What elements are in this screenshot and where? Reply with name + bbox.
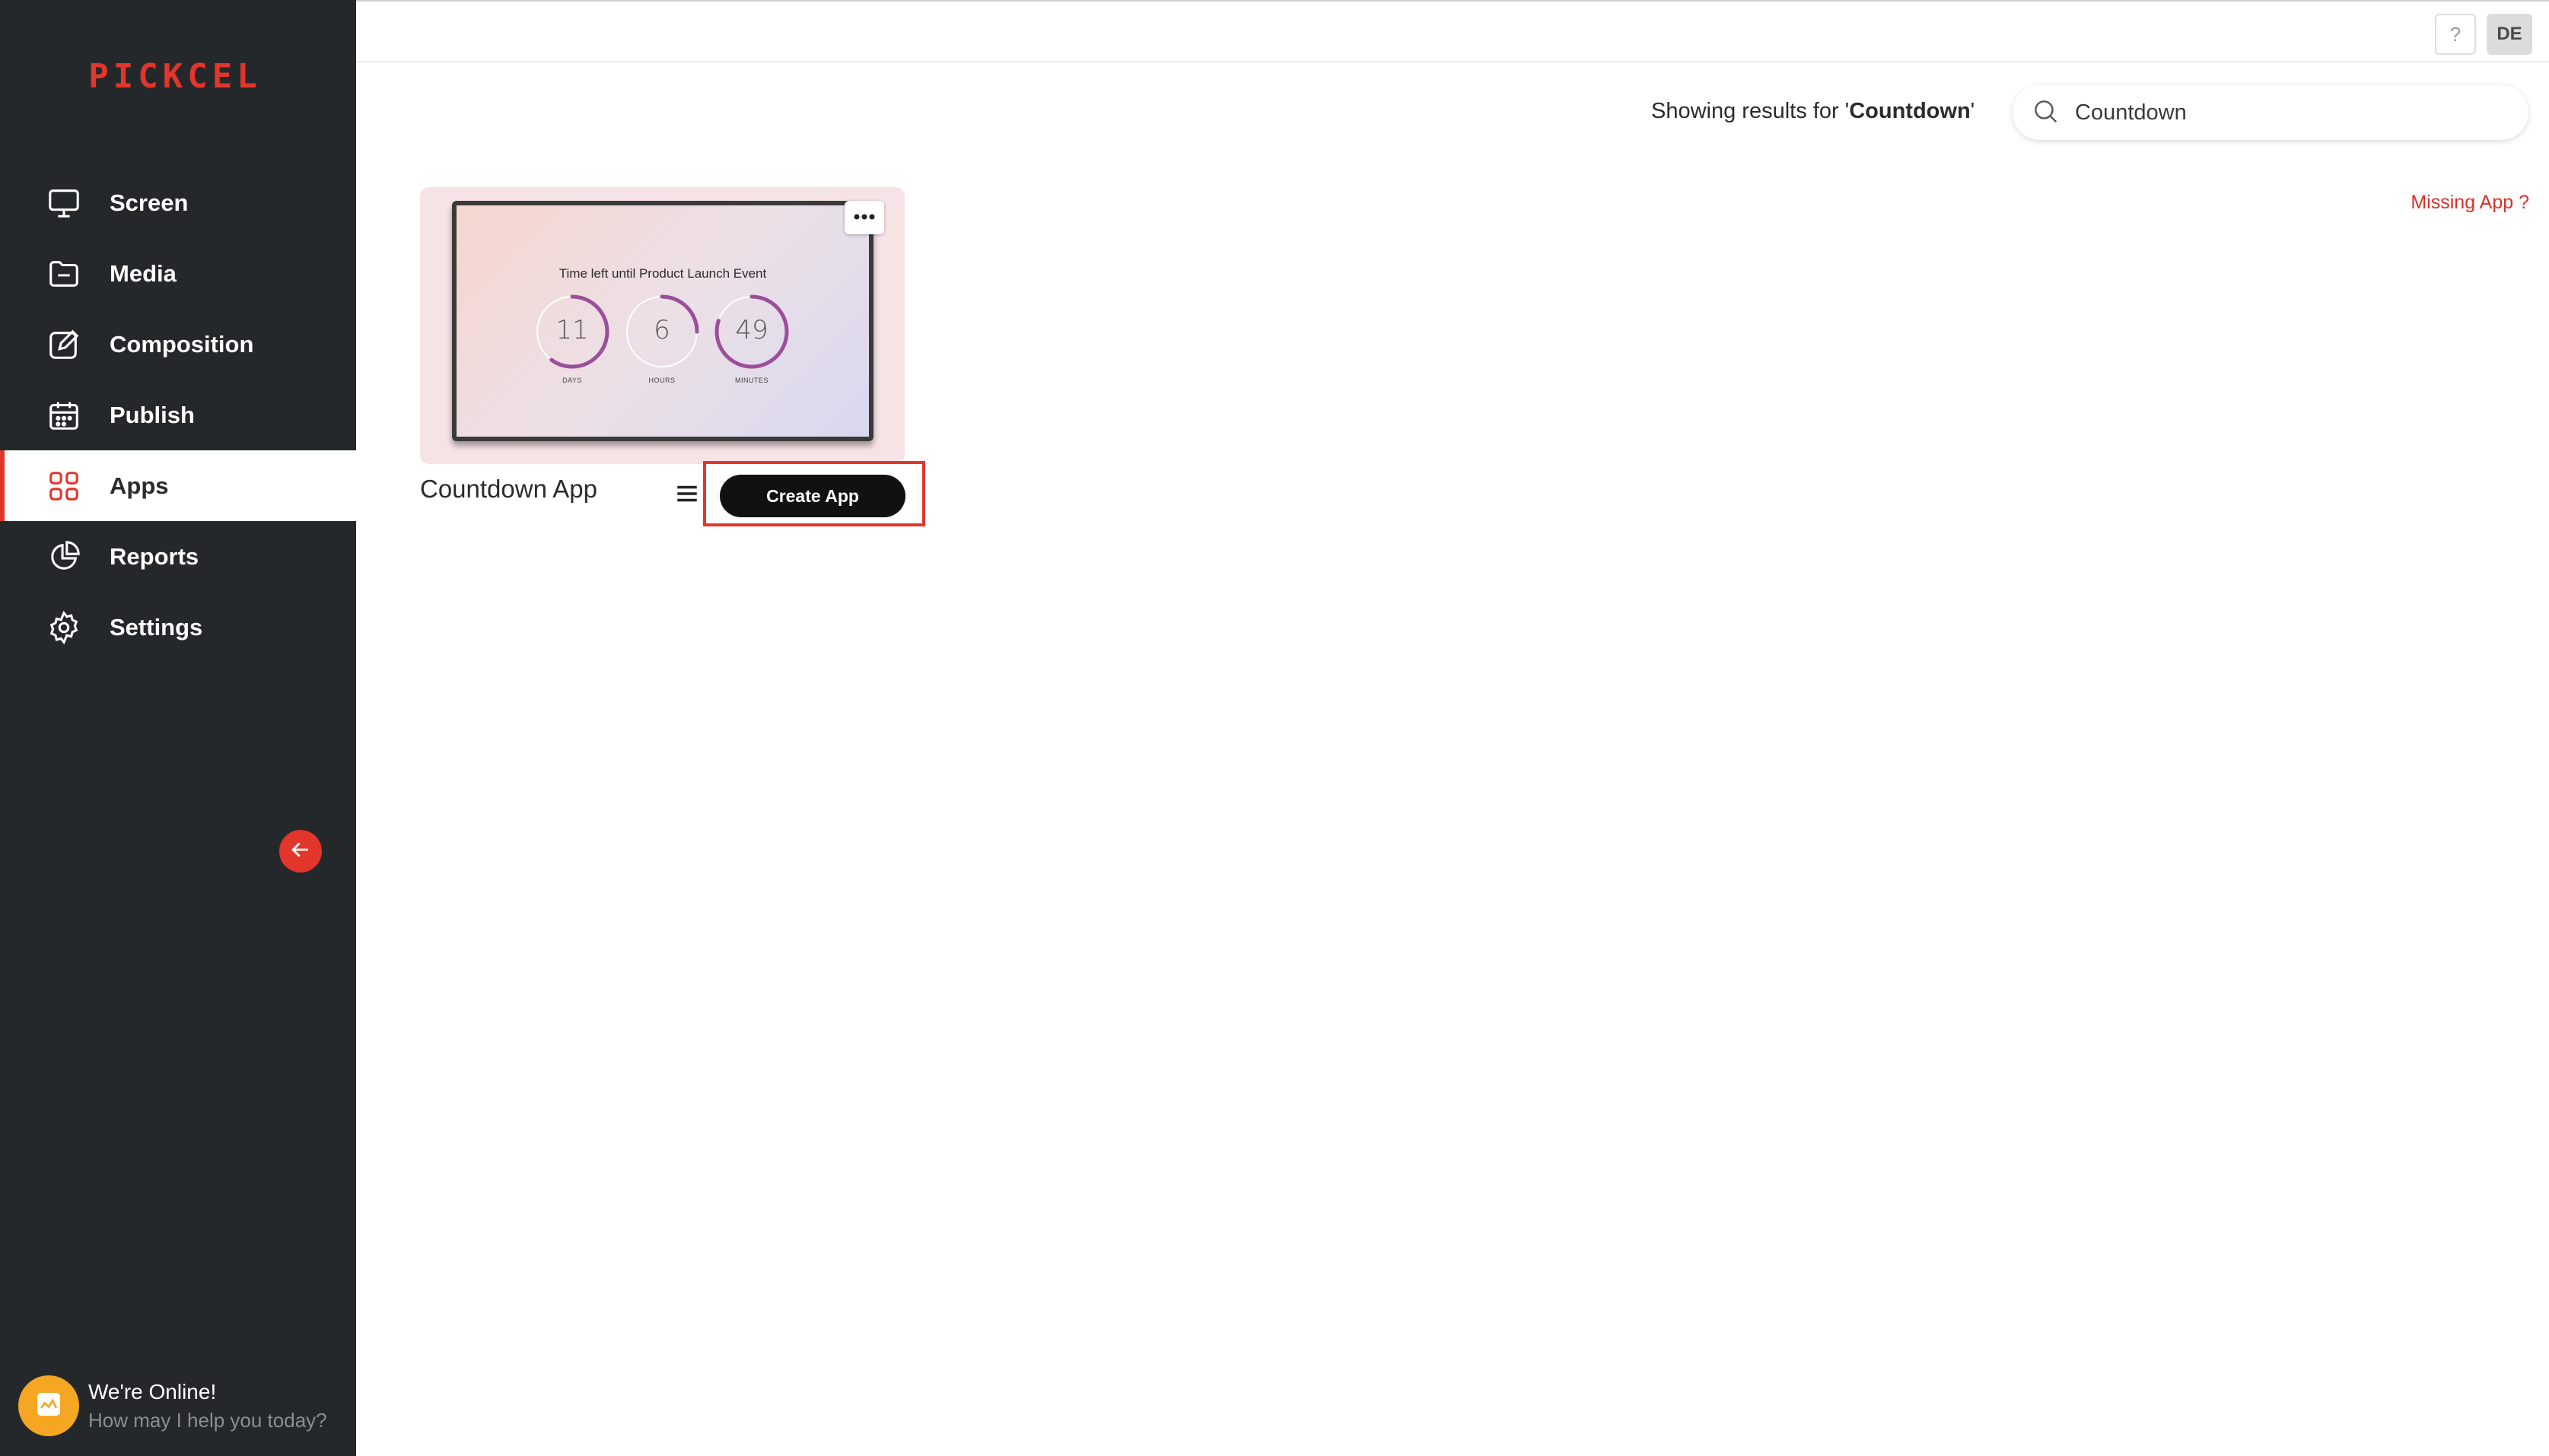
preview-headline: Time left until Product Launch Event: [558, 266, 767, 281]
countdown-ring-hours: 6 HOURS: [622, 292, 702, 384]
search-input[interactable]: [2075, 100, 2501, 126]
results-prefix: Showing results for ': [1651, 99, 1850, 123]
countdown-value: 11: [555, 315, 589, 345]
sidebar-item-composition[interactable]: Composition: [0, 309, 356, 380]
collapse-sidebar-button[interactable]: [279, 830, 322, 873]
user-avatar-button[interactable]: DE: [2487, 14, 2532, 55]
app-preview: Time left until Product Launch Event 11 D…: [452, 201, 874, 441]
gear-icon: [46, 609, 82, 646]
edit-icon: [46, 326, 82, 363]
app-name: Countdown App: [420, 475, 598, 503]
countdown-rings: 11 DAYS 6 HOURS 49 MINUTES: [533, 292, 791, 399]
missing-app-link[interactable]: Missing App ?: [2411, 192, 2529, 214]
arrow-left-icon: [288, 837, 313, 866]
more-dots-icon: [851, 211, 878, 224]
sidebar-item-label: Publish: [110, 401, 195, 428]
hamburger-menu-icon[interactable]: [674, 481, 700, 507]
countdown-value: 49: [735, 315, 769, 345]
countdown-ring-minutes: 49 MINUTES: [712, 292, 791, 384]
search-results-summary: Showing results for 'Countdown': [1651, 99, 1975, 124]
sidebar-nav: Screen Media Composition Publish Apps Re…: [0, 167, 356, 663]
countdown-unit: MINUTES: [735, 377, 769, 384]
sidebar-item-apps[interactable]: Apps: [0, 450, 356, 521]
results-suffix: ': [1970, 99, 1975, 123]
countdown-unit: DAYS: [562, 377, 582, 384]
sidebar-item-label: Composition: [110, 330, 254, 358]
sidebar-item-label: Settings: [110, 613, 203, 641]
app-card[interactable]: Time left until Product Launch Event 11 D…: [420, 187, 905, 464]
pie-chart-icon: [46, 539, 82, 575]
folder-icon: [46, 256, 82, 292]
monitor-icon: [46, 185, 82, 221]
countdown-unit: HOURS: [648, 377, 676, 384]
create-app-button[interactable]: Create App: [720, 475, 905, 517]
sidebar-item-label: Apps: [110, 472, 169, 499]
sidebar-item-media[interactable]: Media: [0, 238, 356, 309]
sidebar-item-reports[interactable]: Reports: [0, 521, 356, 592]
chat-subtitle: How may I help you today?: [88, 1408, 327, 1432]
chat-title: We're Online!: [88, 1379, 217, 1404]
sidebar: PICKCEL Screen Media Composition Publish: [0, 0, 356, 1456]
pickcel-logo[interactable]: PICKCEL: [84, 57, 266, 96]
calendar-icon: [46, 397, 82, 434]
sidebar-item-settings[interactable]: Settings: [0, 592, 356, 663]
search-box[interactable]: [2013, 85, 2528, 140]
top-bar: ? DE: [356, 0, 2549, 62]
chat-avatar[interactable]: [18, 1375, 79, 1436]
results-query: Countdown: [1849, 99, 1971, 123]
chat-widget[interactable]: We're Online! How may I help you today?: [18, 1374, 345, 1438]
sidebar-item-screen[interactable]: Screen: [0, 167, 356, 238]
chat-icon: [33, 1389, 64, 1423]
countdown-value: 6: [654, 315, 670, 345]
help-button[interactable]: ?: [2435, 14, 2476, 55]
search-icon: [2031, 97, 2060, 129]
sidebar-item-publish[interactable]: Publish: [0, 380, 356, 450]
create-app-highlight: Create App: [703, 461, 925, 526]
sidebar-item-label: Reports: [110, 542, 199, 570]
countdown-ring-days: 11 DAYS: [533, 292, 612, 384]
grid-icon: [46, 468, 82, 504]
more-options-button[interactable]: [845, 201, 884, 234]
sidebar-item-label: Media: [110, 259, 177, 287]
sidebar-item-label: Screen: [110, 189, 189, 216]
